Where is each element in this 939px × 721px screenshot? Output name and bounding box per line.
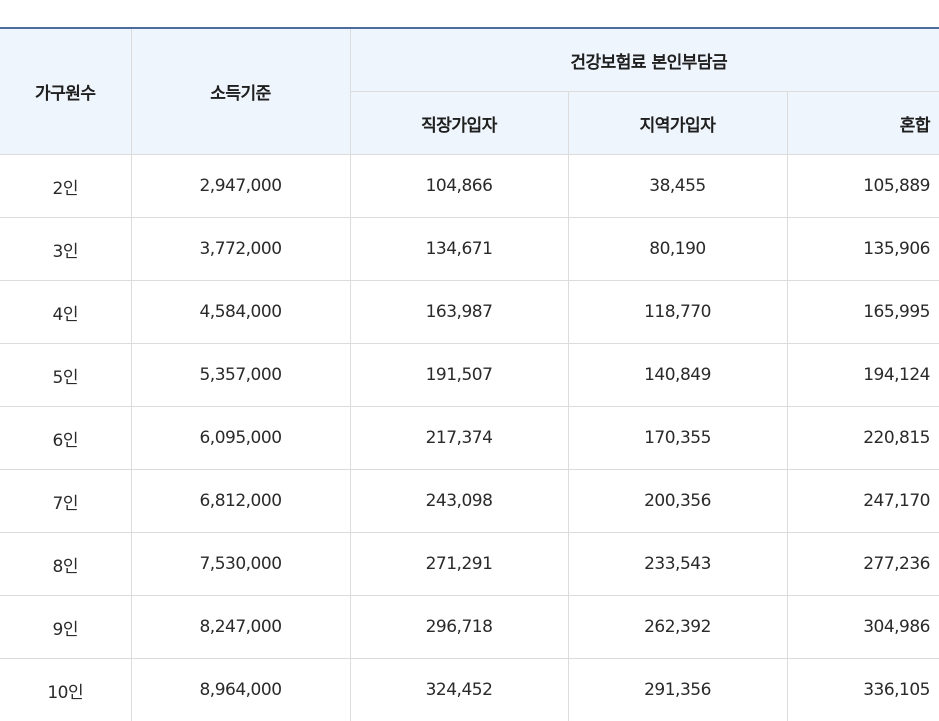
cell-income: 6,095,000 [131,406,351,470]
cell-mixed: 304,986 [787,595,939,659]
cell-income: 5,357,000 [131,343,351,407]
header-household: 가구원수 [0,28,132,155]
cell-workplace: 271,291 [350,532,569,596]
table-row: 9인 8,247,000 296,718 262,392 304,986 [0,595,939,659]
header-workplace: 직장가입자 [350,91,569,155]
table-header: 가구원수 소득기준 건강보험료 본인부담금 직장가입자 지역가입자 혼합 [0,28,939,155]
table-row: 2인 2,947,000 104,866 38,455 105,889 [0,154,939,218]
cell-household: 4인 [0,280,132,344]
cell-income: 8,247,000 [131,595,351,659]
table-body: 2인 2,947,000 104,866 38,455 105,889 3인 3… [0,154,939,721]
cell-workplace: 324,452 [350,658,569,721]
header-mixed: 혼합 [787,91,939,155]
cell-household: 10인 [0,658,132,721]
cell-workplace: 191,507 [350,343,569,407]
table-row: 6인 6,095,000 217,374 170,355 220,815 [0,406,939,470]
cell-regional: 118,770 [568,280,788,344]
cell-mixed: 277,236 [787,532,939,596]
cell-income: 6,812,000 [131,469,351,533]
cell-household: 7인 [0,469,132,533]
cell-regional: 140,849 [568,343,788,407]
cell-household: 6인 [0,406,132,470]
page: 가구원수 소득기준 건강보험료 본인부담금 직장가입자 지역가입자 혼합 2인 … [0,0,939,721]
header-income: 소득기준 [131,28,351,155]
table-row: 5인 5,357,000 191,507 140,849 194,124 [0,343,939,407]
table-row: 3인 3,772,000 134,671 80,190 135,906 [0,217,939,281]
cell-income: 8,964,000 [131,658,351,721]
cell-household: 9인 [0,595,132,659]
cell-mixed: 194,124 [787,343,939,407]
premium-table: 가구원수 소득기준 건강보험료 본인부담금 직장가입자 지역가입자 혼합 2인 … [0,27,939,721]
header-regional: 지역가입자 [568,91,788,155]
cell-income: 2,947,000 [131,154,351,218]
cell-workplace: 243,098 [350,469,569,533]
cell-mixed: 105,889 [787,154,939,218]
cell-income: 7,530,000 [131,532,351,596]
cell-workplace: 217,374 [350,406,569,470]
cell-regional: 80,190 [568,217,788,281]
cell-mixed: 135,906 [787,217,939,281]
table-row: 7인 6,812,000 243,098 200,356 247,170 [0,469,939,533]
table-row: 8인 7,530,000 271,291 233,543 277,236 [0,532,939,596]
cell-regional: 262,392 [568,595,788,659]
table-row: 10인 8,964,000 324,452 291,356 336,105 [0,658,939,721]
cell-household: 2인 [0,154,132,218]
header-row-top: 가구원수 소득기준 건강보험료 본인부담금 [0,28,939,155]
cell-household: 5인 [0,343,132,407]
cell-regional: 170,355 [568,406,788,470]
cell-income: 3,772,000 [131,217,351,281]
cell-workplace: 104,866 [350,154,569,218]
cell-workplace: 134,671 [350,217,569,281]
cell-mixed: 165,995 [787,280,939,344]
cell-workplace: 296,718 [350,595,569,659]
cell-regional: 291,356 [568,658,788,721]
cell-workplace: 163,987 [350,280,569,344]
cell-regional: 38,455 [568,154,788,218]
table-row: 4인 4,584,000 163,987 118,770 165,995 [0,280,939,344]
cell-mixed: 247,170 [787,469,939,533]
cell-regional: 200,356 [568,469,788,533]
cell-household: 3인 [0,217,132,281]
cell-mixed: 336,105 [787,658,939,721]
cell-household: 8인 [0,532,132,596]
cell-mixed: 220,815 [787,406,939,470]
cell-income: 4,584,000 [131,280,351,344]
cell-regional: 233,543 [568,532,788,596]
header-premium-group: 건강보험료 본인부담금 [350,28,939,92]
